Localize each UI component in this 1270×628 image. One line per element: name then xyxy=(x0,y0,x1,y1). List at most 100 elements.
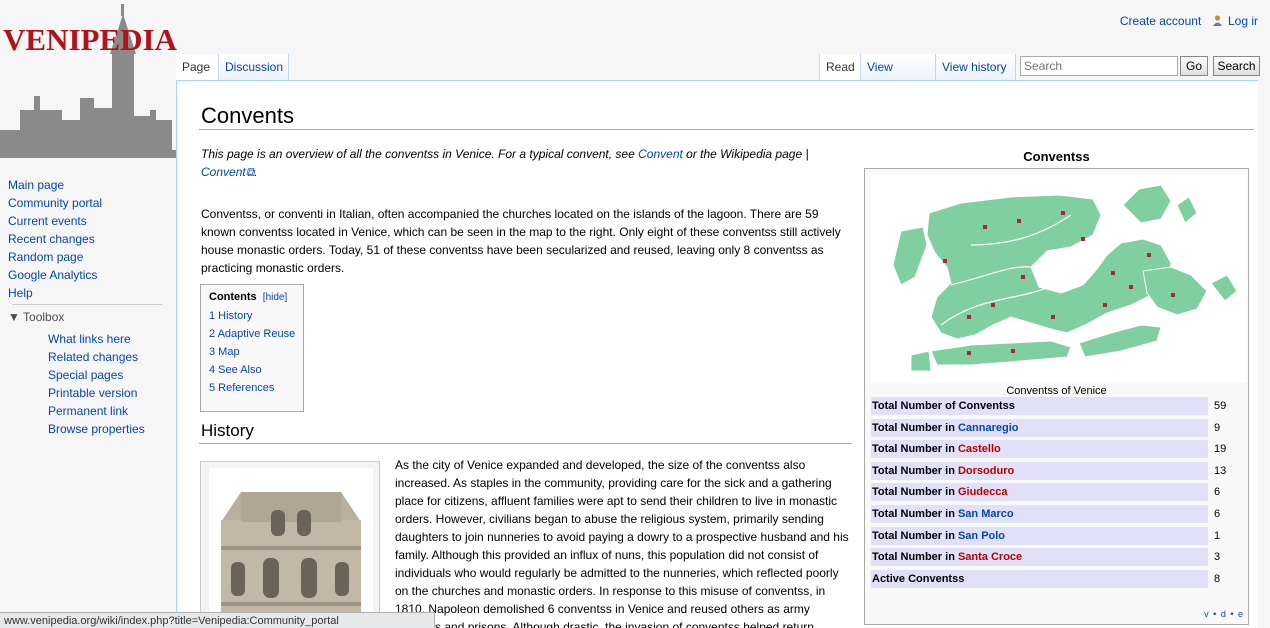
infobox-row-label: Total Number in Cannaregio xyxy=(871,418,1208,437)
infobox-row-prefix: Total Number in xyxy=(872,421,958,434)
convent-link[interactable]: Convent xyxy=(638,147,683,161)
infobox-row-prefix: Total Number in xyxy=(872,443,958,456)
status-bar-url: www.venipedia.org/wiki/index.php?title=V… xyxy=(0,612,435,628)
page-title: Convents xyxy=(201,103,294,128)
toolbox-item-special-pages[interactable]: Special pages xyxy=(48,366,123,384)
infobox-row-value: 6 xyxy=(1214,508,1221,520)
infobox-row: Total Number in Dorsoduro 13 xyxy=(871,461,1243,480)
infobox-row-value: 9 xyxy=(1214,421,1221,434)
vde-links[interactable]: v • d • e xyxy=(1204,609,1244,619)
infobox-row: Total Number in Santa Croce 3 xyxy=(871,548,1243,567)
toc-item[interactable]: 5 References xyxy=(209,379,297,397)
history-heading: History xyxy=(201,421,254,440)
toc-hide-link[interactable]: [hide] xyxy=(263,292,287,303)
district-link[interactable]: Cannaregio xyxy=(958,422,1019,434)
district-link[interactable]: Giudecca xyxy=(958,486,1008,498)
sidebar-divider xyxy=(12,304,162,305)
infobox-row: Total Number in San Polo 1 xyxy=(871,526,1243,545)
infobox: Conventss Conventss of Venice Total Numb… xyxy=(864,147,1249,625)
infobox-row-prefix: Total Number in xyxy=(872,551,958,564)
table-of-contents: Contents [hide] 1 History 2 Adaptive Reus… xyxy=(200,284,304,412)
venice-map[interactable] xyxy=(871,175,1247,383)
sidebar-item-community-portal[interactable]: Community portal xyxy=(8,194,168,212)
hatnote: This page is an overview of all the conv… xyxy=(201,147,809,179)
infobox-row: Total Number in Giudecca 6 xyxy=(871,483,1243,502)
toolbox-item-what-links-here[interactable]: What links here xyxy=(48,330,131,348)
infobox-row-prefix: Total Number in xyxy=(872,508,958,520)
infobox-row: Total Number of Conventss 59 xyxy=(871,397,1243,415)
toc-item[interactable]: 3 Map xyxy=(209,343,297,361)
church-thumbnail[interactable] xyxy=(200,461,380,628)
infobox-row: Active Conventss 8 xyxy=(871,569,1243,588)
user-icon xyxy=(1212,15,1222,26)
infobox-row-prefix: Active Conventss xyxy=(872,572,965,585)
infobox-row-value: 1 xyxy=(1214,529,1221,542)
sidebar-item-recent-changes[interactable]: Recent changes xyxy=(8,230,168,248)
toolbox-item-related-changes[interactable]: Related changes xyxy=(48,348,138,366)
sidebar-item-help[interactable]: Help xyxy=(8,284,168,302)
sidebar-item-random-page[interactable]: Random page xyxy=(8,248,168,266)
content-area: Convents This page is an overview of all… xyxy=(176,80,1258,628)
sidebar-item-main-page[interactable]: Main page xyxy=(8,176,168,194)
infobox-row-value: 6 xyxy=(1214,486,1221,499)
infobox-row-value: 8 xyxy=(1214,572,1221,585)
sidebar: Main page Community portal Current events R… xyxy=(8,176,168,436)
login-link[interactable]: Log ir xyxy=(1228,14,1258,28)
toc-list: 1 History 2 Adaptive Reuse 3 Map 4 See Also… xyxy=(209,307,297,397)
infobox-row-prefix: Total Number in xyxy=(872,464,958,477)
create-account-link[interactable]: Create account xyxy=(1120,14,1201,28)
district-link[interactable]: Castello xyxy=(958,443,1001,455)
infobox-row: Total Number in Cannaregio 9 xyxy=(871,418,1243,437)
tab-view-history[interactable]: View history xyxy=(936,54,1016,80)
tab-page[interactable]: Page xyxy=(176,54,219,80)
tab-read[interactable]: Read xyxy=(819,54,861,80)
infobox-row-value: 13 xyxy=(1214,464,1227,477)
church-facade-image xyxy=(201,462,379,628)
tabs-bar: Page Discussion Read View source View hi… xyxy=(176,54,1260,100)
district-link[interactable]: San Marco xyxy=(958,508,1014,520)
infobox-row: Total Number in San Marco 6 xyxy=(871,505,1243,523)
toc-title: Contents xyxy=(209,291,257,303)
triangle-down-icon: ▼ xyxy=(8,310,20,324)
toc-item[interactable]: 4 See Also xyxy=(209,361,297,379)
tab-discussion[interactable]: Discussion xyxy=(219,54,289,80)
infobox-row-value: 3 xyxy=(1214,551,1221,564)
history-paragraph: As the city of Venice expanded and devel… xyxy=(395,458,849,628)
infobox-row-label: Total Number in Santa Croce xyxy=(871,548,1208,567)
intro-paragraph: Conventss, or conventi in Italian, often… xyxy=(201,207,841,275)
sidebar-item-google-analytics[interactable]: Google Analytics xyxy=(8,266,168,284)
search-button[interactable]: Search xyxy=(1213,56,1260,76)
toolbox-item-permanent-link[interactable]: Permanent link xyxy=(48,402,128,420)
infobox-row-value: 59 xyxy=(1214,400,1227,412)
toolbox-item-printable-version[interactable]: Printable version xyxy=(48,384,137,402)
toc-item[interactable]: 2 Adaptive Reuse xyxy=(209,325,297,343)
toc-item[interactable]: 1 History xyxy=(209,307,297,325)
site-logo[interactable]: VENIPEDIA xyxy=(0,0,177,160)
infobox-row-label: Total Number in Giudecca xyxy=(871,483,1208,502)
infobox-row-value: 19 xyxy=(1214,443,1227,456)
district-link[interactable]: San Polo xyxy=(958,530,1005,542)
venice-map-image xyxy=(892,184,1238,372)
district-link[interactable]: Dorsoduro xyxy=(958,465,1014,477)
history-divider xyxy=(199,443,852,444)
infobox-row-prefix: Total Number in xyxy=(872,529,958,542)
infobox-frame: Conventss of Venice Total Number of Conv… xyxy=(864,168,1249,625)
infobox-row-label: Total Number in San Polo xyxy=(871,526,1208,545)
infobox-row-label: Total Number of Conventss xyxy=(871,397,1208,415)
infobox-row-prefix: Total Number of Conventss xyxy=(872,400,1015,412)
title-divider xyxy=(199,129,1254,130)
tab-view-source[interactable]: View source xyxy=(861,54,936,100)
toolbox-header[interactable]: ▼ Toolbox xyxy=(8,310,64,324)
district-link[interactable]: Santa Croce xyxy=(958,551,1022,563)
infobox-map-caption: Conventss of Venice xyxy=(1006,385,1107,397)
navigation-list: Main page Community portal Current events R… xyxy=(8,176,168,302)
logo-text: VENIPEDIA xyxy=(3,22,177,57)
infobox-row-label: Total Number in San Marco xyxy=(871,505,1208,523)
sidebar-item-current-events[interactable]: Current events xyxy=(8,212,168,230)
infobox-title: Conventss xyxy=(1023,149,1090,164)
toolbox-item-browse-properties[interactable]: Browse properties xyxy=(48,420,145,438)
search-input[interactable] xyxy=(1020,56,1178,76)
infobox-row-prefix: Total Number in xyxy=(872,486,958,499)
wikipedia-convent-link[interactable]: Convent⧉ xyxy=(201,165,254,179)
go-button[interactable]: Go xyxy=(1180,56,1208,76)
